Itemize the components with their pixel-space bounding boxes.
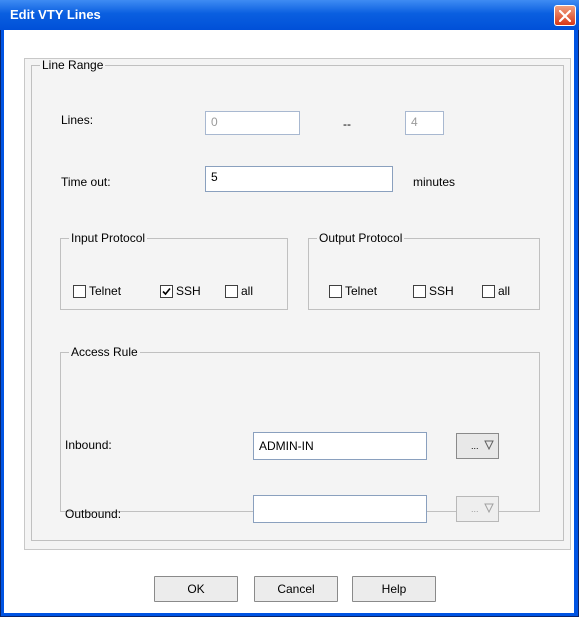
outbound-label: Outbound: — [65, 507, 122, 521]
input-ssh-label: SSH — [176, 284, 201, 298]
lines-from-field[interactable]: 0 — [205, 111, 300, 135]
inbound-field[interactable]: ADMIN-IN — [253, 432, 427, 460]
cancel-button[interactable]: Cancel — [254, 576, 338, 602]
output-protocol-group: Output Protocol — [308, 231, 540, 310]
output-ssh-label: SSH — [429, 284, 454, 298]
timeout-unit-label: minutes — [413, 175, 456, 189]
checkbox-box — [329, 284, 342, 298]
input-all-checkbox[interactable]: all — [225, 284, 253, 298]
line-range-legend: Line Range — [42, 58, 104, 72]
inbound-label: Inbound: — [65, 438, 112, 452]
checkbox-box — [413, 284, 426, 298]
outbound-field[interactable] — [253, 495, 427, 523]
inbound-picker-button[interactable]: ... — [456, 433, 499, 459]
timeout-field[interactable]: 5 — [205, 166, 393, 192]
window-title: Edit VTY Lines — [10, 7, 101, 22]
output-protocol-legend: Output Protocol — [319, 231, 403, 245]
dialog-client-area: Line Range Lines: 0 -- 4 Time out: 5 min… — [4, 30, 574, 613]
close-icon — [559, 10, 571, 22]
checkbox-box — [160, 284, 173, 298]
input-all-label: all — [241, 284, 254, 298]
input-protocol-group: Input Protocol — [60, 231, 288, 310]
checkbox-box — [225, 284, 238, 298]
checkbox-box — [73, 284, 86, 298]
output-all-checkbox[interactable]: all — [482, 284, 510, 298]
access-rule-group: Access Rule — [60, 345, 540, 512]
input-telnet-checkbox[interactable]: Telnet — [73, 284, 121, 298]
input-telnet-label: Telnet — [89, 284, 122, 298]
title-bar: Edit VTY Lines — [0, 0, 579, 30]
input-ssh-checkbox[interactable]: SSH — [160, 284, 201, 298]
access-rule-legend: Access Rule — [71, 345, 138, 359]
checkmark-icon — [162, 287, 171, 295]
lines-separator: -- — [343, 117, 351, 131]
input-protocol-legend: Input Protocol — [71, 231, 146, 245]
lines-label: Lines: — [61, 113, 94, 127]
picker-dots: ... — [471, 441, 479, 451]
picker-dots: ... — [471, 504, 479, 514]
checkbox-box — [482, 284, 495, 298]
timeout-label: Time out: — [61, 175, 111, 189]
ok-button[interactable]: OK — [154, 576, 238, 602]
dropdown-arrow-icon — [484, 440, 494, 450]
output-telnet-label: Telnet — [345, 284, 378, 298]
content-panel: Line Range Lines: 0 -- 4 Time out: 5 min… — [24, 58, 571, 550]
close-button[interactable] — [554, 5, 576, 26]
dropdown-arrow-icon — [484, 503, 494, 513]
help-button[interactable]: Help — [352, 576, 436, 602]
lines-to-field[interactable]: 4 — [405, 111, 444, 135]
outbound-picker-button[interactable]: ... — [456, 496, 499, 522]
output-all-label: all — [498, 284, 511, 298]
output-ssh-checkbox[interactable]: SSH — [413, 284, 454, 298]
output-telnet-checkbox[interactable]: Telnet — [329, 284, 377, 298]
